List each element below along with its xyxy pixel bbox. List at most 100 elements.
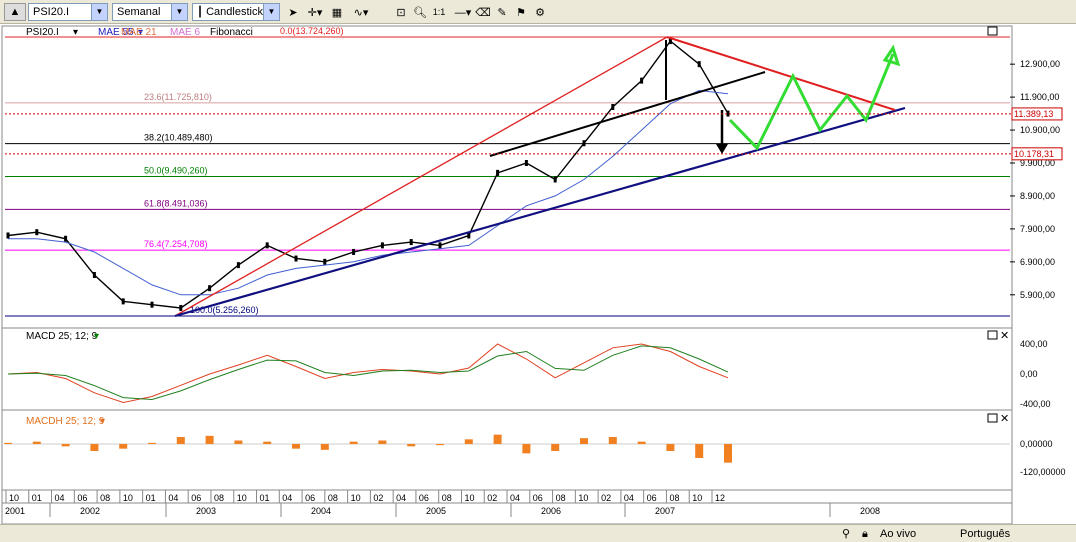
statusbar: ⚲ 🔒︎ Ao vivo Português bbox=[0, 524, 1076, 542]
chart-type-select[interactable]: ┃ Candlestick ▼ bbox=[192, 3, 280, 21]
maximize-icon[interactable] bbox=[987, 26, 998, 36]
macdh-bar[interactable] bbox=[320, 444, 329, 450]
legend-dropdown-icon[interactable]: ▾ bbox=[73, 27, 78, 38]
ticker-icon[interactable]: ⚑ bbox=[514, 4, 528, 20]
chevron-down-icon[interactable]: ▼ bbox=[91, 4, 107, 20]
macdh-bar[interactable] bbox=[234, 440, 243, 445]
macdh-bar[interactable] bbox=[407, 444, 416, 447]
macdh-bar[interactable] bbox=[378, 440, 387, 445]
tools-icon[interactable]: ✎ bbox=[495, 4, 509, 20]
macdh-bar[interactable] bbox=[349, 441, 358, 444]
macd-title[interactable]: MACD 25; 12; 9 bbox=[26, 331, 98, 342]
x-month-label: 04 bbox=[396, 493, 406, 503]
zoom-in-icon[interactable]: 🔍︎ bbox=[413, 4, 427, 20]
symbol-select[interactable]: PSI20.I ▼ bbox=[28, 3, 108, 21]
fib-label: 23.6(11.725,810) bbox=[144, 92, 212, 102]
legend-symbol[interactable]: PSI20.I bbox=[26, 27, 59, 38]
macdh-bar[interactable] bbox=[551, 444, 560, 451]
pointer-icon[interactable]: ➤ bbox=[286, 4, 300, 20]
macdh-bar[interactable] bbox=[522, 444, 531, 454]
macdh-bar[interactable] bbox=[263, 441, 272, 444]
candle-mark[interactable] bbox=[496, 169, 500, 176]
x-month-label: 01 bbox=[146, 493, 156, 503]
period-select[interactable]: Semanal ▼ bbox=[112, 3, 188, 21]
chevron-down-icon[interactable]: ▼ bbox=[171, 4, 187, 20]
close-icon[interactable]: ✕ bbox=[1000, 413, 1009, 425]
chart-area[interactable]: PSI20.I ▾ MAE 55 ▾ MAE 21 MAE 6 Fibonacc… bbox=[0, 24, 1076, 524]
candle-mark[interactable] bbox=[64, 235, 68, 242]
zoom-rect-icon[interactable]: ⊡ bbox=[394, 4, 408, 20]
macdh-bar[interactable] bbox=[292, 444, 300, 449]
macdh-bar[interactable] bbox=[724, 444, 732, 463]
macdh-y-tick-label: -120,00000 bbox=[1020, 467, 1066, 477]
indicator-icon[interactable]: ∿▾ bbox=[350, 4, 372, 20]
macdh-bar[interactable] bbox=[205, 435, 214, 444]
y-tick-label: 6.900,00 bbox=[1020, 257, 1055, 267]
link-icon[interactable]: ⚲ bbox=[842, 527, 850, 541]
macdh-bar[interactable] bbox=[61, 444, 70, 447]
candle-mark[interactable] bbox=[265, 242, 269, 249]
candle-mark[interactable] bbox=[380, 242, 384, 249]
legend-mae6[interactable]: MAE 6 bbox=[170, 27, 200, 38]
candle-mark[interactable] bbox=[582, 140, 586, 147]
candle-mark[interactable] bbox=[524, 160, 528, 167]
candle-mark[interactable] bbox=[208, 285, 212, 292]
x-month-label: 10 bbox=[9, 493, 19, 503]
maximize-icon[interactable] bbox=[987, 330, 998, 340]
candle-mark[interactable] bbox=[35, 229, 39, 236]
macdh-bar[interactable] bbox=[580, 438, 588, 444]
eraser-icon[interactable]: ⌫ bbox=[475, 4, 491, 20]
macdh-bar[interactable] bbox=[666, 444, 675, 451]
candle-mark[interactable] bbox=[150, 301, 154, 308]
macdh-bar[interactable] bbox=[32, 441, 41, 444]
zoom-reset-button[interactable]: 1:1 bbox=[430, 4, 448, 20]
legend-dropdown-icon[interactable]: ▾ bbox=[94, 331, 99, 342]
zoom-out-icon[interactable]: —▾ bbox=[452, 4, 474, 20]
menu-toggle-icon[interactable]: ▲ bbox=[4, 3, 26, 21]
macdh-bar[interactable] bbox=[608, 437, 617, 444]
legend-dropdown-icon[interactable]: ▾ bbox=[100, 416, 105, 427]
candle-mark[interactable] bbox=[553, 176, 557, 183]
candle-mark[interactable] bbox=[438, 242, 442, 249]
candle-mark[interactable] bbox=[6, 232, 10, 239]
grid-icon[interactable]: ▦ bbox=[330, 4, 344, 20]
chevron-down-icon[interactable]: ▼ bbox=[263, 4, 279, 20]
settings-icon[interactable]: ⚙ bbox=[533, 4, 547, 20]
macdh-bar[interactable] bbox=[436, 444, 444, 446]
x-month-label: 04 bbox=[510, 493, 520, 503]
macdh-bar[interactable] bbox=[464, 439, 473, 444]
x-month-label: 10 bbox=[123, 493, 133, 503]
lock-icon: 🔒︎ bbox=[862, 528, 868, 540]
maximize-icon[interactable] bbox=[987, 413, 998, 423]
macd-y-tick-label: -400,00 bbox=[1020, 399, 1051, 409]
candle-mark[interactable] bbox=[352, 248, 356, 255]
legend-mae21[interactable]: MAE 21 bbox=[121, 27, 157, 38]
macdh-bar[interactable] bbox=[4, 442, 12, 444]
legend-fibonacci[interactable]: Fibonacci bbox=[210, 27, 253, 38]
x-month-label: 06 bbox=[77, 493, 87, 503]
macdh-bar[interactable] bbox=[176, 437, 185, 444]
macdh-bar[interactable] bbox=[119, 444, 128, 449]
candle-mark[interactable] bbox=[92, 272, 96, 279]
candle-mark[interactable] bbox=[697, 61, 701, 68]
crosshair-icon[interactable]: ✛▾ bbox=[306, 4, 324, 20]
candle-mark[interactable] bbox=[409, 239, 413, 246]
macdh-title[interactable]: MACDH 25; 12; 9 bbox=[26, 416, 105, 427]
macdh-bar[interactable] bbox=[637, 441, 646, 444]
candle-mark[interactable] bbox=[323, 258, 327, 265]
macdh-bar[interactable] bbox=[695, 444, 704, 458]
candle-mark[interactable] bbox=[121, 298, 125, 305]
y-tick-label: 5.900,00 bbox=[1020, 290, 1055, 300]
candle-mark[interactable] bbox=[294, 255, 298, 262]
macdh-panel bbox=[1, 409, 1013, 491]
candle-mark[interactable] bbox=[611, 103, 615, 110]
macdh-bar[interactable] bbox=[148, 442, 156, 444]
candle-mark[interactable] bbox=[236, 262, 240, 269]
macdh-bar[interactable] bbox=[90, 444, 99, 451]
candle-mark[interactable] bbox=[179, 304, 183, 311]
close-icon[interactable]: ✕ bbox=[1000, 330, 1009, 342]
macdh-bar[interactable] bbox=[493, 434, 502, 444]
macd-y-tick-label: 0,00 bbox=[1020, 369, 1038, 379]
candle-mark[interactable] bbox=[640, 77, 644, 84]
x-month-label: 04 bbox=[55, 493, 65, 503]
